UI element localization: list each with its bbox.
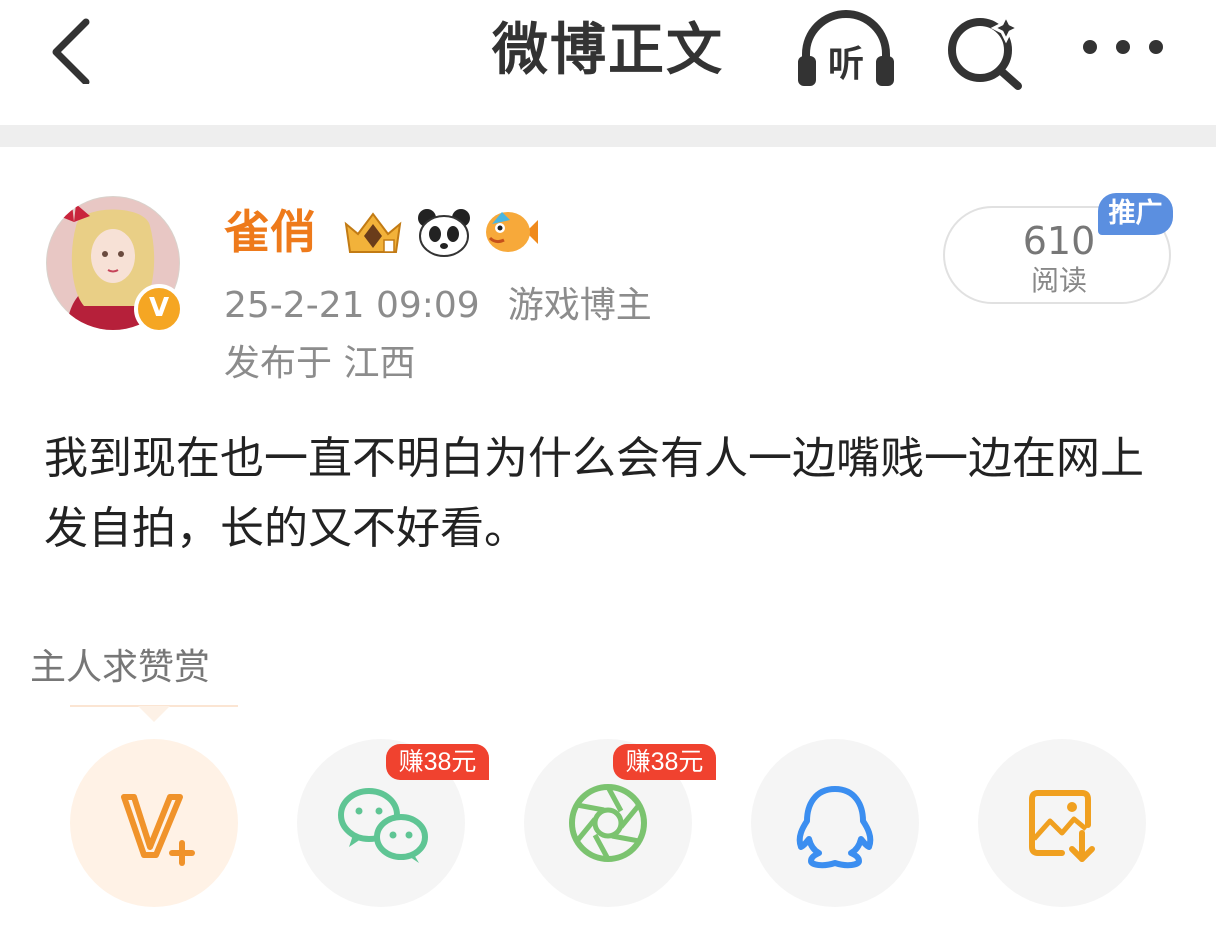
save-image-icon xyxy=(1029,790,1095,862)
save-image-button[interactable] xyxy=(978,739,1146,907)
svg-text:听: 听 xyxy=(828,44,864,85)
crown-badge-icon[interactable] xyxy=(340,206,406,258)
reward-label: 主人求赞赏 xyxy=(30,647,211,688)
post-body-text: 我到现在也一直不明白为什么会有人一边嘴贱一边在网上发自拍，长的又不好看。 xyxy=(44,433,1144,554)
post-location: 发布于 江西 xyxy=(224,343,416,384)
more-dots-icon xyxy=(1083,40,1163,54)
post-meta: 25-2-21 09:09 游戏博主 xyxy=(224,282,652,330)
share-qq-button[interactable] xyxy=(751,739,919,907)
section-divider xyxy=(0,125,1216,147)
read-label: 阅读 xyxy=(1030,264,1087,297)
v-plus-icon xyxy=(121,794,195,866)
author-name[interactable]: 雀俏 xyxy=(224,200,316,264)
author-tag[interactable]: 游戏博主 xyxy=(508,285,652,326)
verified-badge-icon: V xyxy=(134,284,184,334)
more-options-button[interactable] xyxy=(1078,22,1168,72)
listen-button[interactable]: 听 xyxy=(796,10,896,90)
top-bar: 微博正文 听 xyxy=(0,0,1216,125)
post-timestamp: 25-2-21 09:09 xyxy=(224,285,480,326)
qq-penguin-icon xyxy=(796,786,874,869)
fish-badge-icon[interactable] xyxy=(482,206,538,258)
author-badges xyxy=(340,204,538,260)
headphones-icon: 听 xyxy=(798,10,894,86)
reward-v-plus-button[interactable] xyxy=(70,739,238,907)
search-button[interactable] xyxy=(944,10,1026,90)
earn-tag-moments: 赚38元 xyxy=(613,744,716,780)
promo-tag[interactable]: 推广 xyxy=(1098,193,1173,235)
earn-tag-wechat: 赚38元 xyxy=(386,744,489,780)
panda-badge-icon[interactable] xyxy=(416,206,472,258)
smart-search-icon xyxy=(948,12,1022,90)
page-title: 微博正文 xyxy=(492,18,724,83)
reward-pointer xyxy=(138,706,170,722)
avatar[interactable]: V xyxy=(46,196,184,334)
